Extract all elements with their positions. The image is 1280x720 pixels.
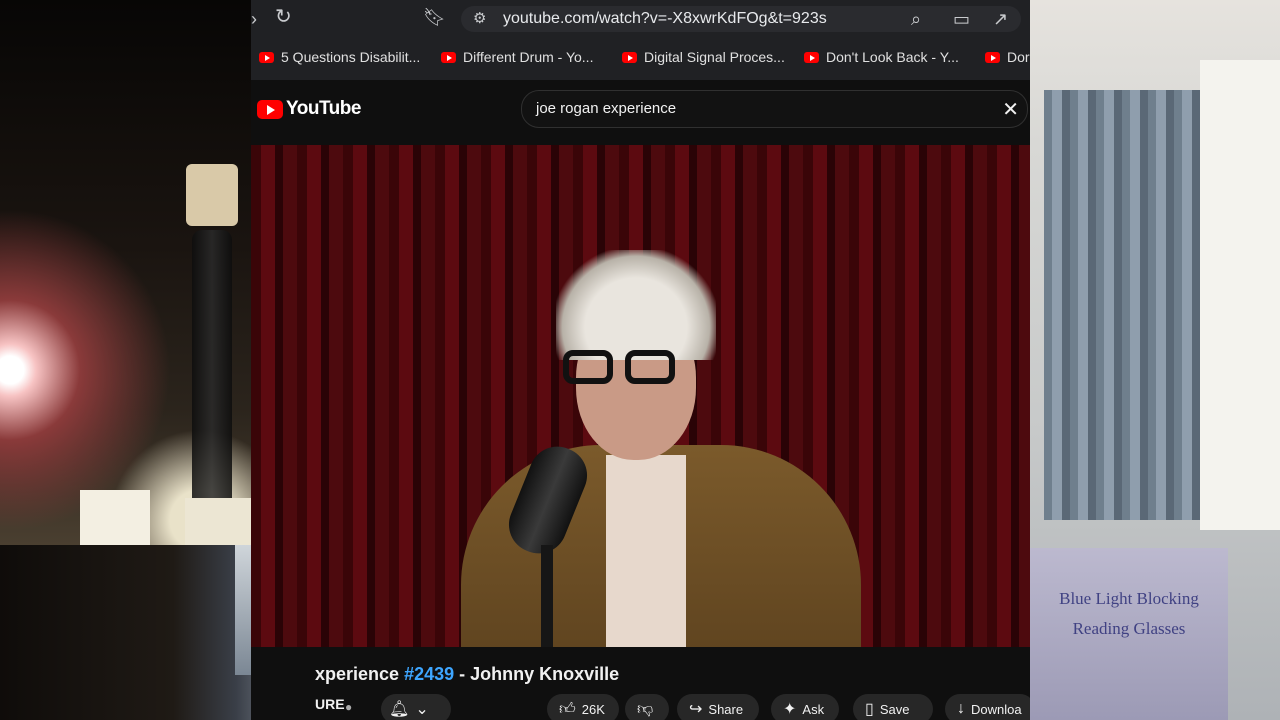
youtube-favicon-icon [259,51,274,63]
bookmarks-bar: 5 Questions Disabilit... Different Drum … [251,38,1030,81]
youtube-header: YouTube joe rogan experience ✕ [251,80,1030,144]
dislike-button[interactable]: 👎︎ [625,694,669,720]
youtube-play-icon [257,99,283,119]
youtube-favicon-icon [441,51,456,63]
bookmark-item[interactable]: Don't Look Back - Y... [804,49,959,65]
glasses-sign: Blue Light Blocking Reading Glasses [1030,548,1228,720]
bell-icon: 🔔︎ [389,701,410,718]
address-text[interactable]: youtube.com/watch?v=-X8xwrKdFOg&t=923s [503,10,827,28]
thumbs-down-icon: 👎︎ [637,700,654,718]
video-subject-hair [556,250,716,360]
browser-toolbar: › ↻ 🔖︎ ⚙ youtube.com/watch?v=-X8xwrKdFOg… [251,0,1030,38]
episode-hashtag[interactable]: #2439 [404,664,454,684]
reload-icon[interactable]: ↻ [275,7,292,27]
youtube-favicon-icon [622,51,637,63]
bookmark-item[interactable]: 5 Questions Disabilit... [259,49,420,65]
share-page-icon[interactable]: ↗ [993,10,1008,28]
webcam-feed-left [0,0,251,545]
video-subject-shirt [606,455,686,647]
wine-bottle [192,230,232,540]
bookmark-item[interactable]: Digital Signal Proces... [622,49,785,65]
webcam-feed-right: Blue Light Blocking Reading Glasses [1030,0,1280,720]
channel-name[interactable]: URE [315,696,345,712]
chevron-down-icon: ⌄ [415,701,429,718]
search-input[interactable]: joe rogan experience ✕ [521,90,1028,128]
youtube-logo[interactable]: YouTube [257,98,361,120]
install-app-icon[interactable]: ▭ [953,10,970,28]
bookmark-item[interactable]: Different Drum - Yo... [441,49,593,65]
zoom-icon[interactable]: ⌕ [911,10,921,28]
video-subject-glasses [563,350,683,388]
youtube-favicon-icon [804,51,819,63]
download-icon: ↓ [957,700,965,717]
video-actions-row: URE ● 🔔︎ ⌄ 👍︎ 26K 👎︎ ↪ Share ✦ Ask ▯ Save ↓ Do… [251,694,1030,720]
sign-text: Blue Light Blocking Reading Glasses [1059,589,1199,638]
bookmark-item[interactable]: Dor [985,49,1030,65]
candle [185,498,251,545]
curtain [1044,90,1200,520]
verified-icon: ● [345,700,353,714]
share-icon: ↪ [689,701,703,718]
browser-window: › ↻ 🔖︎ ⚙ youtube.com/watch?v=-X8xwrKdFOg… [251,0,1030,720]
bottle-cork [186,164,238,226]
like-button[interactable]: 👍︎ 26K [547,694,619,720]
site-settings-icon[interactable]: ⚙ [473,10,486,28]
video-title: xperience #2439 - Johnny Knoxville [315,664,620,684]
save-button[interactable]: ▯ Save [853,694,933,720]
share-button[interactable]: ↪ Share [677,694,759,720]
address-bar[interactable]: ⚙ youtube.com/watch?v=-X8xwrKdFOg&t=923s… [461,6,1021,32]
sparkle-icon: ✦ [783,701,797,718]
microphone-boom [541,545,553,647]
ask-button[interactable]: ✦ Ask [771,694,839,720]
notification-bell-button[interactable]: 🔔︎ ⌄ [381,694,451,720]
bookmark-icon[interactable]: 🔖︎ [423,8,446,26]
back-chevron-icon[interactable]: › [251,10,257,28]
candle [80,490,150,545]
close-icon[interactable]: ✕ [1002,97,1019,122]
video-player[interactable] [251,145,1030,647]
youtube-favicon-icon [985,51,1000,63]
download-button[interactable]: ↓ Downloa [945,694,1030,720]
thumbs-up-icon: 👍︎ [559,700,576,718]
search-query[interactable]: joe rogan experience [536,100,676,117]
window [1200,60,1280,530]
bookmark-save-icon: ▯ [865,701,874,718]
